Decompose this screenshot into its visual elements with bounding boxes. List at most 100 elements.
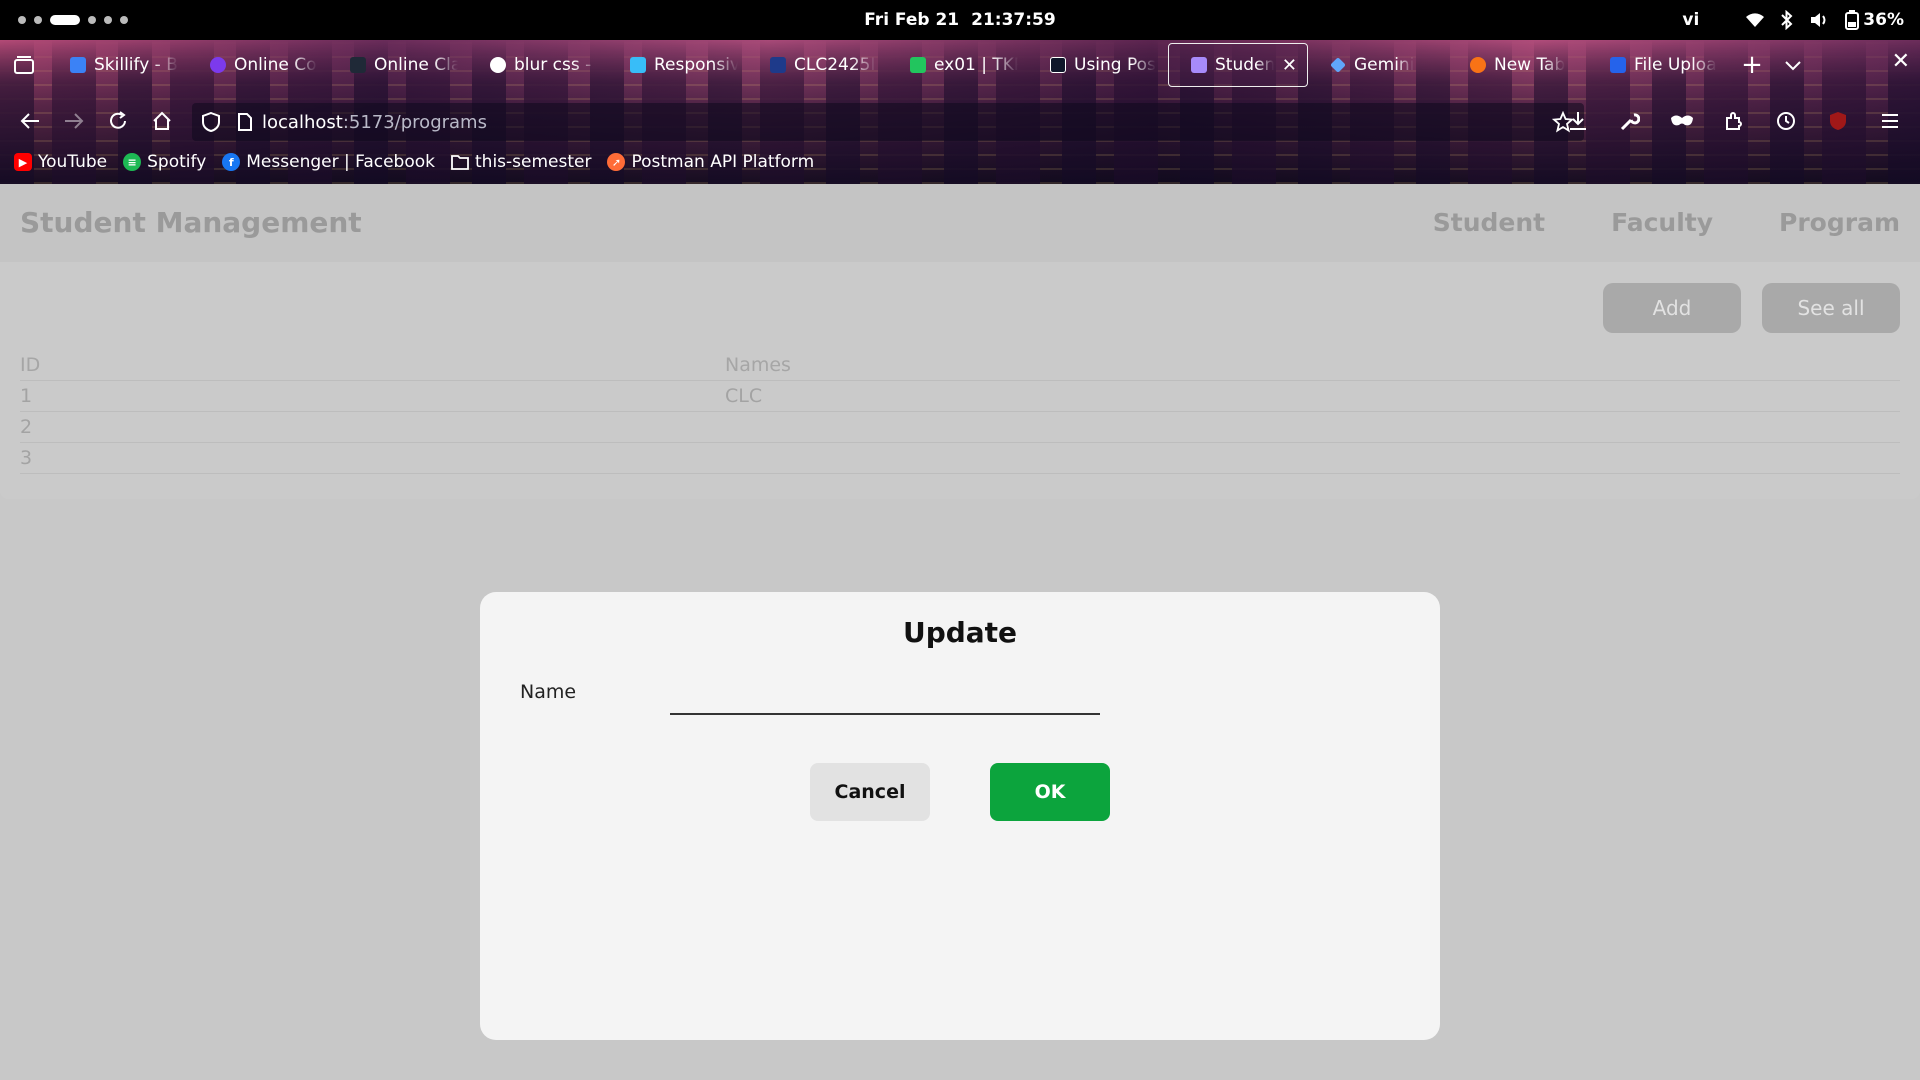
- page-content: Student Management Student Faculty Progr…: [0, 184, 1920, 1080]
- browser-tab[interactable]: Skillify - B: [48, 44, 188, 86]
- shield-icon[interactable]: [202, 112, 220, 132]
- tab-label: CLC2425I: [794, 55, 876, 75]
- table-row[interactable]: 1 CLC: [20, 381, 1900, 412]
- page-info-icon[interactable]: [238, 113, 252, 131]
- new-tab-button[interactable]: +: [1728, 50, 1776, 80]
- tab-favicon-icon: [1191, 57, 1207, 73]
- chevron-down-icon: [1785, 60, 1801, 70]
- cell-id: 3: [20, 447, 33, 469]
- name-input[interactable]: [670, 672, 1100, 715]
- see-all-button[interactable]: See all: [1762, 283, 1900, 333]
- browser-chrome: Skillify - B Online Co Online Cla blur c…: [0, 40, 1920, 184]
- browser-tab[interactable]: Gemini: [1308, 44, 1448, 86]
- bookmarks-toolbar: ▶ YouTube ≡ Spotify f Messenger | Facebook …: [0, 144, 1920, 180]
- system-top-bar: Fri Feb 21 21:37:59 vi 36%: [0, 0, 1920, 40]
- battery-icon: [1845, 10, 1860, 30]
- tab-label: Student: [1215, 55, 1274, 75]
- cancel-button[interactable]: Cancel: [810, 763, 930, 821]
- tab-favicon-icon: [910, 57, 926, 73]
- bookmark-youtube[interactable]: ▶ YouTube: [14, 152, 107, 172]
- tools-button[interactable]: [1608, 103, 1652, 139]
- browser-tab[interactable]: Online Cla: [328, 44, 468, 86]
- volume-icon: [1811, 13, 1826, 27]
- url-host: localhost: [262, 111, 343, 133]
- back-button[interactable]: [8, 103, 52, 139]
- add-button[interactable]: Add: [1603, 283, 1741, 333]
- tab-label: Skillify - B: [94, 55, 178, 75]
- wrench-icon: [1620, 113, 1640, 131]
- bookmark-postman[interactable]: ➚ Postman API Platform: [607, 152, 814, 172]
- close-window-button[interactable]: ✕: [1892, 49, 1910, 74]
- url-text[interactable]: localhost:5173/programs: [262, 112, 487, 133]
- hamburger-menu-icon: [1882, 114, 1898, 128]
- browser-tab[interactable]: CLC2425I: [748, 44, 888, 86]
- browser-tab[interactable]: Using Pos: [1028, 44, 1168, 86]
- browser-tab-active[interactable]: Student ✕: [1168, 43, 1308, 87]
- navigation-toolbar: localhost:5173/programs: [0, 100, 1920, 142]
- ublock-icon: [1830, 112, 1846, 130]
- name-field-label: Name: [520, 681, 577, 703]
- history-button[interactable]: [1764, 103, 1808, 139]
- table-row[interactable]: 2: [20, 412, 1900, 443]
- battery-percent: 36%: [1863, 10, 1904, 30]
- postman-icon: ➚: [607, 153, 626, 171]
- cell-name: CLC: [725, 385, 763, 407]
- tab-label: ex01 | TKP: [934, 55, 1018, 75]
- tab-favicon-icon: [350, 57, 366, 73]
- tab-label: blur css - (: [514, 55, 598, 75]
- column-header-names: Names: [725, 354, 791, 376]
- browser-tab[interactable]: Responsiv: [608, 44, 748, 86]
- tab-overview-button[interactable]: [0, 44, 48, 86]
- tab-favicon-icon: [1330, 57, 1346, 73]
- address-bar[interactable]: localhost:5173/programs: [192, 103, 1584, 141]
- programs-table: ID Names 1 CLC 2 3: [20, 350, 1900, 474]
- clock-icon: [1777, 112, 1795, 130]
- clock-date: Fri Feb 21: [864, 10, 960, 30]
- browser-tab[interactable]: Online Co: [188, 44, 328, 86]
- main-card: Student Management Student Faculty Progr…: [0, 184, 1920, 499]
- forward-button[interactable]: [52, 103, 96, 139]
- table-header: ID Names: [20, 350, 1900, 381]
- downloads-button[interactable]: [1556, 103, 1600, 139]
- nav-faculty[interactable]: Faculty: [1611, 208, 1713, 237]
- facebook-icon: f: [222, 153, 241, 171]
- clock[interactable]: Fri Feb 21 21:37:59: [0, 0, 1920, 40]
- tab-favicon-icon: [630, 57, 646, 73]
- update-dialog: Update Name Cancel OK: [480, 592, 1440, 1040]
- bookmark-label: this-semester: [475, 152, 592, 172]
- bookmark-label: Messenger | Facebook: [246, 152, 435, 172]
- nav-program[interactable]: Program: [1779, 208, 1900, 237]
- tab-favicon-icon: [70, 57, 86, 73]
- close-tab-icon[interactable]: ✕: [1282, 55, 1297, 76]
- tab-favicon-icon: [1610, 57, 1626, 73]
- browser-tab[interactable]: File Uploa: [1588, 44, 1728, 86]
- browser-tab[interactable]: New Tab: [1448, 44, 1588, 86]
- app-menu-button[interactable]: [1868, 103, 1912, 139]
- spotify-icon: ≡: [123, 153, 142, 171]
- nav-student[interactable]: Student: [1433, 208, 1545, 237]
- ublock-button[interactable]: [1816, 103, 1860, 139]
- private-browsing-button[interactable]: [1660, 103, 1704, 139]
- tab-favicon-icon: [1050, 57, 1066, 73]
- tab-favicon-icon: [490, 57, 506, 73]
- tab-overview-icon: [14, 56, 34, 74]
- bookmark-facebook[interactable]: f Messenger | Facebook: [222, 152, 435, 172]
- ok-button[interactable]: OK: [990, 763, 1110, 821]
- app-title: Student Management: [20, 206, 362, 239]
- list-all-tabs-button[interactable]: [1776, 56, 1810, 75]
- tab-strip: Skillify - B Online Co Online Cla blur c…: [0, 43, 1920, 87]
- reload-icon: [110, 111, 126, 129]
- system-tray[interactable]: vi 36%: [1682, 0, 1904, 40]
- bookmark-folder[interactable]: this-semester: [451, 152, 591, 172]
- browser-tab[interactable]: blur css - (: [468, 44, 608, 86]
- browser-tab[interactable]: ex01 | TKP: [888, 44, 1028, 86]
- home-button[interactable]: [140, 103, 184, 139]
- puzzle-icon: [1726, 112, 1742, 130]
- table-row[interactable]: 3: [20, 443, 1900, 474]
- toolbar-icons: [1556, 100, 1912, 142]
- reload-button[interactable]: [96, 103, 140, 139]
- input-language[interactable]: vi: [1682, 10, 1699, 30]
- folder-icon: [451, 155, 469, 170]
- extensions-button[interactable]: [1712, 103, 1756, 139]
- bookmark-spotify[interactable]: ≡ Spotify: [123, 152, 206, 172]
